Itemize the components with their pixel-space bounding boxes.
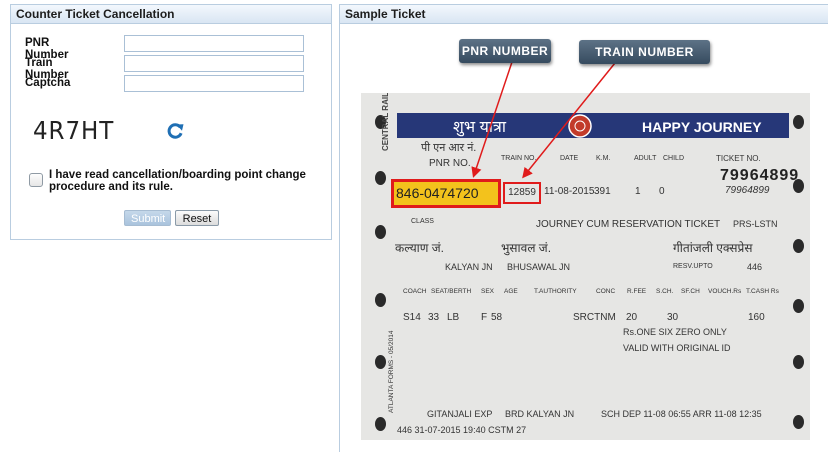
submit-button[interactable]: Submit: [124, 210, 171, 226]
train-arrow: [522, 62, 616, 179]
reset-button[interactable]: Reset: [175, 210, 219, 226]
captcha-label: Captcha: [25, 77, 71, 89]
pnr-arrow: [471, 61, 513, 178]
callout-arrows: [471, 61, 616, 179]
train-number-tag: TRAIN NUMBER: [579, 40, 710, 64]
pnr-number-input[interactable]: [124, 35, 304, 52]
pnr-number-tag: PNR NUMBER: [459, 39, 551, 63]
captcha-image: 4R7HT: [33, 116, 115, 145]
captcha-input[interactable]: [124, 75, 304, 92]
panel-title: Counter Ticket Cancellation: [11, 5, 331, 24]
agree-checkbox[interactable]: [29, 173, 43, 187]
counter-ticket-cancellation-panel: Counter Ticket Cancellation PNR Number T…: [10, 4, 332, 240]
refresh-icon[interactable]: [165, 121, 185, 141]
sample-ticket-panel: Sample Ticket शुभ यात्रा HAPPY JOURNEY C…: [339, 4, 828, 452]
agree-text: I have read cancellation/boarding point …: [49, 169, 306, 193]
train-number-input[interactable]: [124, 55, 304, 72]
